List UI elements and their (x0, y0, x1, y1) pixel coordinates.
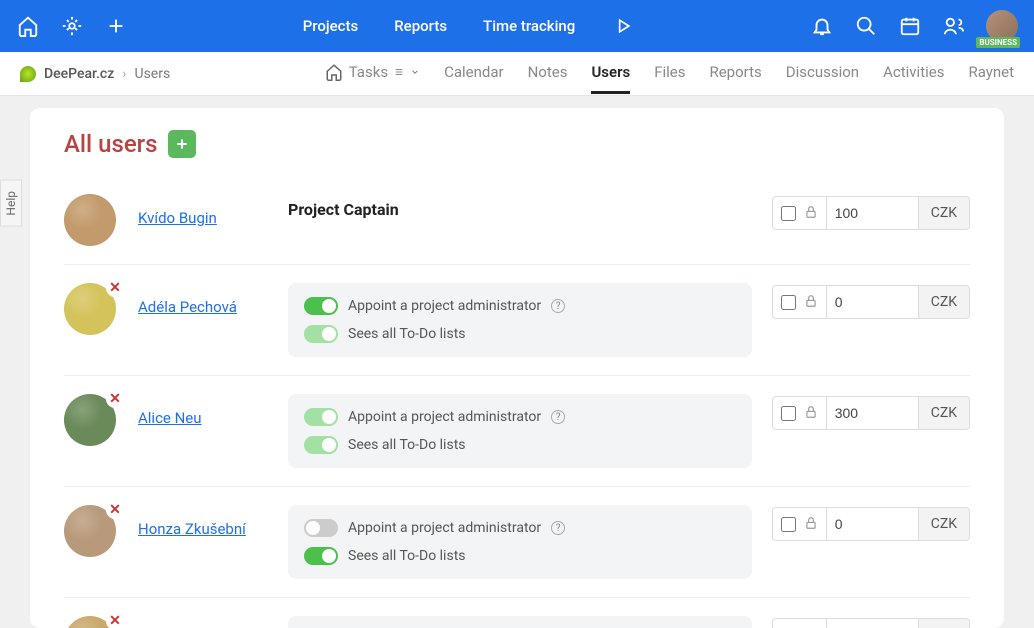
rate-checkbox[interactable] (781, 206, 796, 221)
user-row: Kvído Bugin Project Captain CZK (64, 176, 970, 265)
avatar-me[interactable]: BUSINESS (986, 10, 1018, 42)
rate-checkbox[interactable] (781, 517, 796, 532)
perm-sees-all-label: Sees all To-Do lists (348, 326, 466, 342)
project-captain-label: Project Captain (288, 194, 752, 219)
rate-checkbox[interactable] (781, 406, 796, 421)
user-row: ✕ Honza Zkušební Appoint a project adminis… (64, 487, 970, 598)
breadcrumb-current: Users (134, 66, 170, 82)
toggle-sees-all[interactable] (304, 547, 338, 565)
currency-label: CZK (919, 507, 970, 541)
user-row: ✕ Alice Neu Appoint a project administrato… (64, 376, 970, 487)
tab-raynet[interactable]: Raynet (968, 63, 1014, 94)
avatar[interactable] (64, 194, 116, 246)
subheader: DeePear.cz › Users Tasks Calendar Notes … (0, 52, 1034, 96)
main-panel: All users Kvído BuginProject CaptainCZK✕… (30, 108, 1004, 628)
page-title: All users (64, 130, 158, 158)
perm-sees-all-label: Sees all To-Do lists (348, 437, 466, 453)
user-row: ✕ Adéla Pechová Appoint a project administ… (64, 265, 970, 376)
permissions-box: Appoint a project administrator? Sees all… (288, 505, 752, 579)
chevron-right-icon: › (122, 66, 126, 82)
plan-badge: BUSINESS (976, 37, 1020, 48)
tabs: Tasks Calendar Notes Users Files Reports… (325, 53, 1014, 94)
remove-user-button[interactable]: ✕ (106, 279, 124, 297)
plus-icon[interactable] (104, 14, 128, 38)
tab-activities[interactable]: Activities (883, 63, 944, 94)
search-icon[interactable] (854, 14, 878, 38)
toggle-sees-all[interactable] (304, 436, 338, 454)
lock-icon (804, 404, 818, 423)
rate-checkbox[interactable] (781, 295, 796, 310)
add-user-button[interactable] (168, 130, 196, 158)
rate-input[interactable] (827, 285, 919, 319)
tab-notes[interactable]: Notes (528, 63, 568, 94)
perm-admin-label: Appoint a project administrator (348, 409, 541, 425)
play-icon[interactable] (611, 14, 635, 38)
role-column: Appoint a project administrator? Sees all… (288, 283, 772, 357)
permissions-box: Appoint a project administrator? Sees all… (288, 394, 752, 468)
tab-tasks[interactable]: Tasks (325, 63, 420, 94)
breadcrumb-root[interactable]: DeePear.cz (44, 66, 114, 82)
user-name-link[interactable]: Adéla Pechová (138, 298, 237, 316)
role-column: Project Captain (288, 194, 772, 219)
role-column: Appoint a project administrator?Sees all… (288, 616, 772, 628)
currency-label: CZK (919, 285, 970, 319)
rate-input[interactable] (827, 618, 919, 628)
role-column: Appoint a project administrator? Sees all… (288, 394, 772, 468)
lock-icon (804, 515, 818, 534)
toggle-admin[interactable] (304, 297, 338, 315)
rate-column: CZK (772, 505, 970, 541)
remove-user-button[interactable]: ✕ (106, 390, 124, 408)
perm-admin-label: Appoint a project administrator (348, 298, 541, 314)
currency-label: CZK (919, 396, 970, 430)
users-icon[interactable] (942, 14, 966, 38)
tab-calendar[interactable]: Calendar (444, 63, 504, 94)
rate-column: CZK (772, 616, 970, 628)
perm-sees-all-label: Sees all To-Do lists (348, 548, 466, 564)
bell-icon[interactable] (810, 14, 834, 38)
help-tab[interactable]: Help (0, 180, 22, 227)
permissions-box: Appoint a project administrator?Sees all… (288, 616, 752, 628)
project-logo-icon (20, 66, 36, 82)
user-row: ✕Jan KuldaAppoint a project administrato… (64, 598, 970, 628)
tab-users[interactable]: Users (591, 63, 630, 94)
nav-time-tracking[interactable]: Time tracking (483, 17, 575, 35)
help-icon[interactable]: ? (551, 521, 565, 535)
help-icon[interactable]: ? (551, 410, 565, 424)
role-column: Appoint a project administrator? Sees all… (288, 505, 772, 579)
home-icon[interactable] (16, 14, 40, 38)
calendar-icon[interactable] (898, 14, 922, 38)
gear-icon[interactable] (60, 14, 84, 38)
help-icon[interactable]: ? (551, 299, 565, 313)
user-name-link[interactable]: Alice Neu (138, 409, 202, 427)
perm-admin-label: Appoint a project administrator (348, 520, 541, 536)
lock-icon (804, 293, 818, 312)
currency-label: CZK (919, 196, 970, 230)
topbar: Projects Reports Time tracking BUSINESS (0, 0, 1034, 52)
toggle-admin[interactable] (304, 519, 338, 537)
user-name-link[interactable]: Kvído Bugin (138, 209, 217, 227)
toggle-admin[interactable] (304, 408, 338, 426)
list-icon (394, 67, 404, 77)
rate-input[interactable] (827, 507, 919, 541)
remove-user-button[interactable]: ✕ (106, 612, 124, 628)
rate-input[interactable] (827, 396, 919, 430)
tab-files[interactable]: Files (654, 63, 685, 94)
tab-reports[interactable]: Reports (709, 63, 761, 94)
rate-column: CZK (772, 394, 970, 430)
tab-discussion[interactable]: Discussion (786, 63, 859, 94)
currency-label: CZK (919, 618, 970, 628)
toggle-sees-all[interactable] (304, 325, 338, 343)
breadcrumb: DeePear.cz › Users (20, 66, 170, 82)
lock-icon (804, 204, 818, 223)
rate-input[interactable] (827, 196, 919, 230)
rate-column: CZK (772, 194, 970, 230)
nav-reports[interactable]: Reports (394, 17, 447, 35)
remove-user-button[interactable]: ✕ (106, 501, 124, 519)
nav-projects[interactable]: Projects (303, 17, 359, 35)
rate-column: CZK (772, 283, 970, 319)
chevron-down-icon (410, 67, 420, 77)
permissions-box: Appoint a project administrator? Sees all… (288, 283, 752, 357)
tab-tasks-label: Tasks (349, 63, 388, 81)
user-name-link[interactable]: Honza Zkušební (138, 520, 246, 538)
